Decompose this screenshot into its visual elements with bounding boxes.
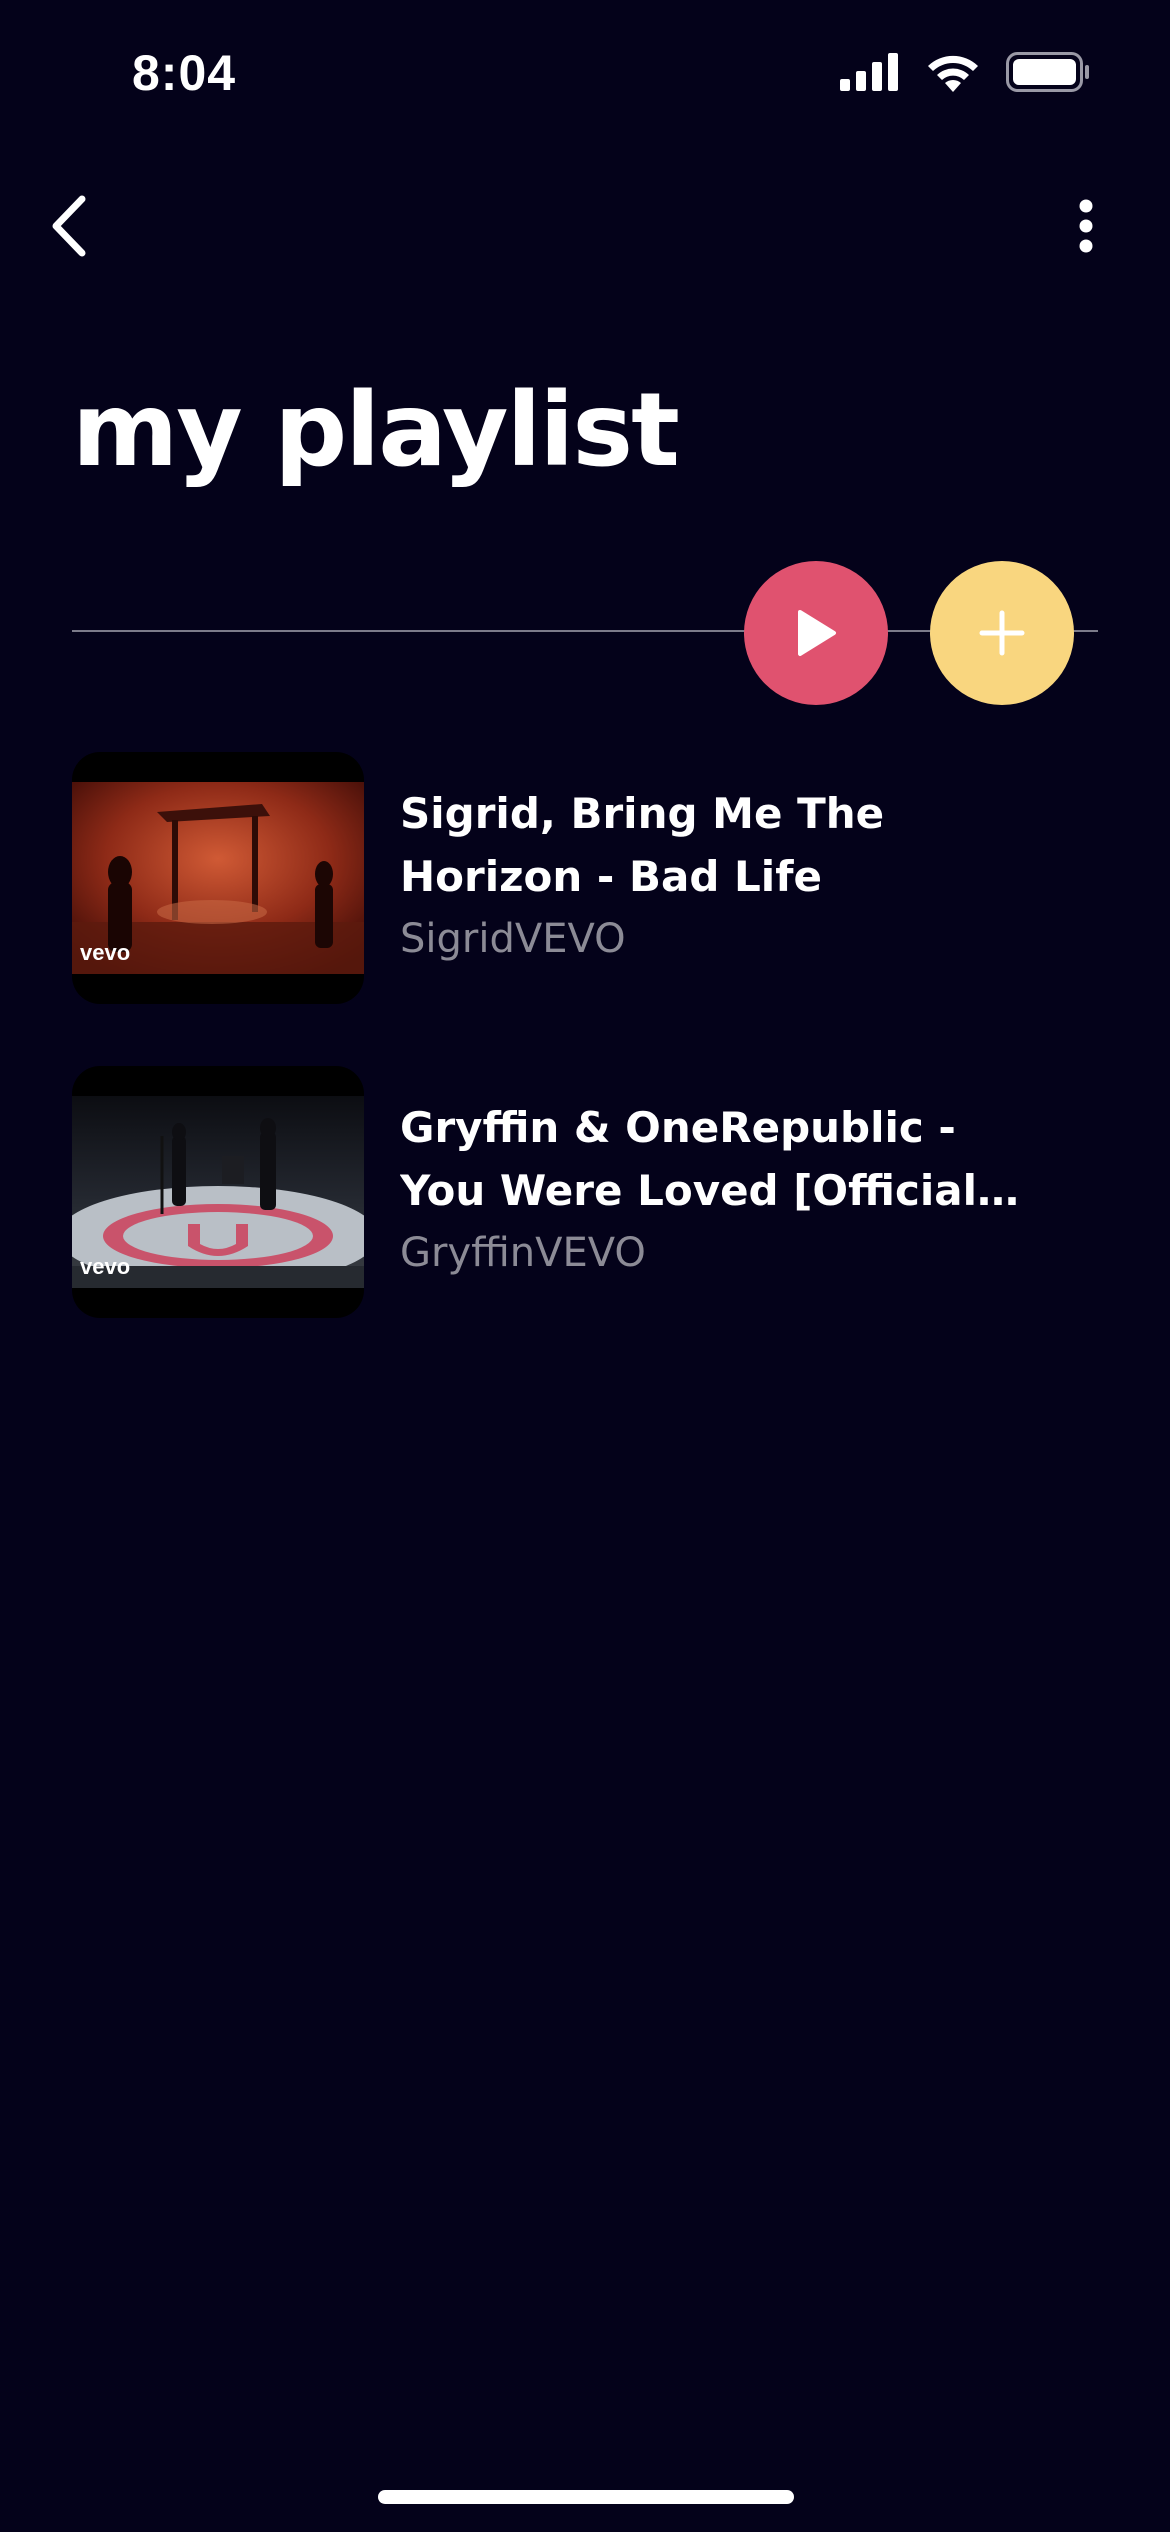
track-artist: SigridVEVO: [400, 916, 626, 962]
status-time: 8:04: [132, 45, 237, 101]
play-all-button[interactable]: [744, 561, 888, 705]
playlist-screen: 8:04 my playlist vevo Sigrid, Bring Me T…: [0, 0, 1170, 2532]
track-text: Sigrid, Bring Me The Horizon - Bad Life …: [400, 752, 1020, 970]
signal-icon: [840, 53, 898, 91]
track-thumbnail: vevo: [72, 752, 364, 1004]
add-to-playlist-button[interactable]: [930, 561, 1074, 705]
track-item[interactable]: vevo Gryffin & OneRepublic - You Were Lo…: [72, 1066, 1098, 1318]
more-options-button[interactable]: [1062, 186, 1110, 266]
chevron-left-icon: [52, 195, 86, 257]
track-title: Gryffin & OneRepublic - You Were Loved […: [400, 1103, 978, 1215]
track-thumbnail: vevo: [72, 1066, 364, 1318]
vevo-logo: vevo: [80, 1254, 131, 1279]
back-button[interactable]: [36, 186, 100, 266]
wifi-icon: [928, 55, 978, 92]
track-item[interactable]: vevo Sigrid, Bring Me The Horizon - Bad …: [72, 752, 1098, 1004]
vevo-logo: vevo: [80, 940, 131, 965]
plus-icon: [979, 610, 1025, 656]
track-text: Gryffin & OneRepublic - You Were Loved […: [400, 1066, 1020, 1284]
track-list: vevo Sigrid, Bring Me The Horizon - Bad …: [72, 752, 1098, 1380]
page-title: my playlist: [72, 371, 680, 490]
play-icon: [798, 610, 836, 656]
track-artist: GryffinVEVO: [400, 1230, 646, 1276]
status-icons: [840, 52, 1090, 92]
home-indicator[interactable]: [378, 2490, 794, 2504]
track-title: Sigrid, Bring Me The Horizon - Bad Life: [400, 789, 885, 901]
more-vertical-icon: [1079, 199, 1093, 253]
battery-icon: [1006, 52, 1089, 92]
